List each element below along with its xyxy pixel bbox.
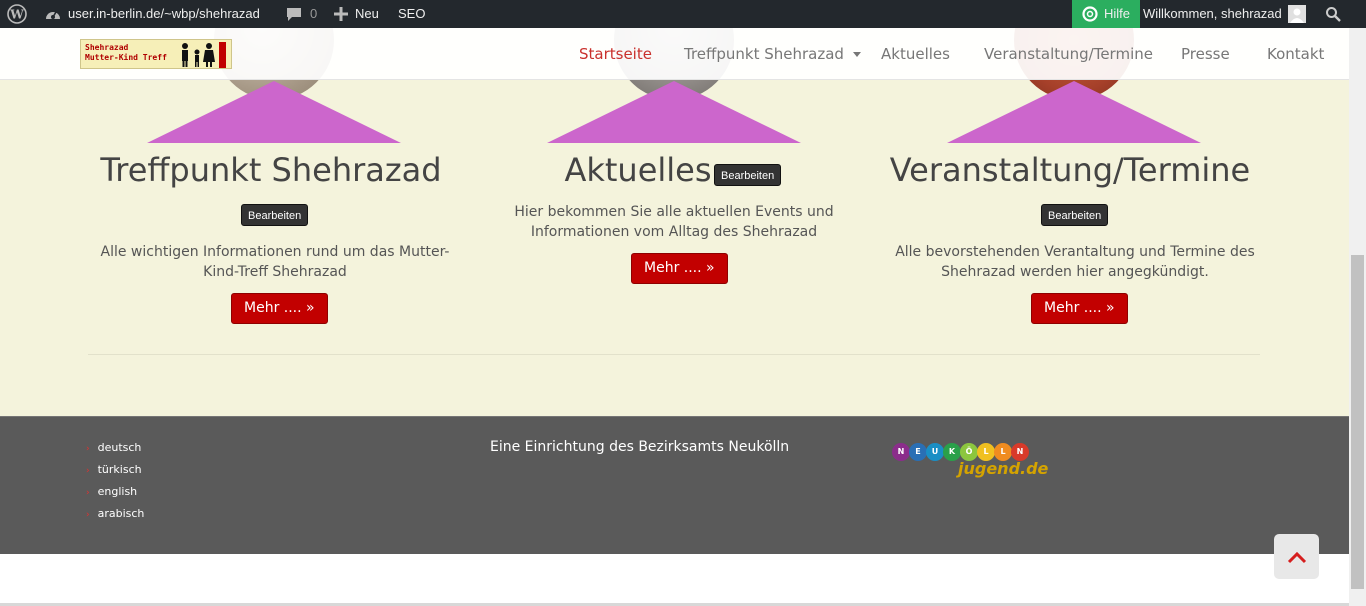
description-line: Hier bekommen Sie alle aktuellen Events … [514, 204, 834, 220]
help-button[interactable]: Hilfe [1072, 0, 1141, 28]
user-avatar-icon [1287, 5, 1306, 23]
language-label: deutsch [97, 441, 142, 454]
language-link-arabisch[interactable]: › arabisch [86, 507, 144, 520]
description-line: Informationen vom Alltag des Shehrazad [530, 224, 818, 240]
feature-title: Treffpunkt Shehrazad [100, 151, 442, 189]
site-logo[interactable]: Shehrazad Mutter-Kind Treff [80, 39, 232, 69]
nav-presse[interactable]: Presse [1181, 28, 1230, 80]
wordpress-logo-icon[interactable]: W [7, 0, 27, 28]
chevron-right-icon: › [86, 444, 90, 454]
seo-menu[interactable]: SEO [398, 0, 425, 28]
logo-line1: Shehrazad [85, 43, 129, 52]
chevron-right-icon: › [86, 466, 90, 476]
caret-down-icon [852, 52, 861, 57]
new-content-link[interactable]: Neu [334, 0, 379, 28]
description-line: Shehrazad werden hier angegkündigt. [941, 264, 1209, 280]
nav-veranstaltung-termine[interactable]: Veranstaltung/Termine [984, 28, 1153, 80]
feature-description: Hier bekommen Sie alle aktuellen Events … [474, 202, 874, 242]
logo-line2: Mutter-Kind Treff [85, 53, 167, 62]
scroll-to-top-button[interactable] [1274, 534, 1319, 579]
chevron-up-icon [1287, 551, 1306, 563]
feature-title: Veranstaltung/Termine [889, 151, 1251, 189]
description-line: Alle wichtigen Informationen rund um das… [100, 244, 450, 260]
seo-label: SEO [398, 6, 426, 21]
language-label: arabisch [97, 507, 145, 520]
nav-aktuelles[interactable]: Aktuelles [881, 28, 950, 80]
logo-letter: E [909, 443, 927, 461]
language-link-deutsch[interactable]: › deutsch [86, 441, 141, 454]
new-label: Neu [355, 6, 379, 21]
edit-button[interactable]: Bearbeiten [1041, 204, 1109, 226]
wp-admin-bar: W user.in-berlin.de/~wbp/shehrazad 0 Neu… [0, 0, 1366, 28]
chevron-right-icon: › [86, 488, 90, 498]
features-section: Treffpunkt Shehrazad Bearbeiten Alle wic… [0, 28, 1349, 416]
dashboard-gauge-icon [44, 6, 62, 22]
comments-count: 0 [310, 6, 318, 21]
family-figures-icon [182, 42, 226, 68]
description-line: Kind-Treff Shehrazad [203, 264, 347, 280]
welcome-text: Willkommen, shehrazad [1143, 6, 1282, 21]
description-line: Alle bevorstehenden Verantaltung und Ter… [895, 244, 1255, 260]
neukoelln-jugend-logo[interactable]: N E U K Ö L L N jugend.de [890, 437, 1050, 483]
plus-icon [334, 7, 348, 21]
site-url-text: user.in-berlin.de/~wbp/shehrazad [68, 6, 260, 21]
footer-institution-text: Eine Einrichtung des Bezirksamts Neuköll… [490, 439, 790, 455]
feature-description: Alle bevorstehenden Verantaltung und Ter… [872, 242, 1278, 282]
comment-bubble-icon [286, 6, 302, 22]
site-navbar: Shehrazad Mutter-Kind Treff Startseite T… [0, 28, 1349, 80]
feature-triangle [147, 81, 401, 143]
more-button[interactable]: Mehr .... » [1031, 293, 1128, 324]
section-divider [88, 354, 1260, 355]
logo-letter: N [892, 443, 910, 461]
feature-triangle [547, 81, 801, 143]
lifebuoy-icon [1082, 6, 1098, 22]
language-label: türkisch [97, 463, 142, 476]
feature-triangle [947, 81, 1201, 143]
site-footer: › deutsch › türkisch › english › arabisch Ei… [0, 416, 1349, 554]
edit-button[interactable]: Bearbeiten [714, 164, 782, 186]
edit-button[interactable]: Bearbeiten [241, 204, 309, 226]
language-link-tuerkisch[interactable]: › türkisch [86, 463, 142, 476]
my-account-menu[interactable]: Willkommen, shehrazad [1143, 0, 1306, 28]
logo-letter: U [926, 443, 944, 461]
nav-treffpunkt-shehrazad[interactable]: Treffpunkt Shehrazad [684, 28, 861, 80]
site-name-link[interactable]: user.in-berlin.de/~wbp/shehrazad [44, 0, 260, 28]
feature-title: Aktuelles [564, 151, 712, 189]
feature-description: Alle wichtigen Informationen rund um das… [74, 242, 476, 282]
svg-text:W: W [9, 8, 24, 22]
help-label: Hilfe [1104, 6, 1131, 21]
more-button[interactable]: Mehr .... » [231, 293, 328, 324]
chevron-right-icon: › [86, 510, 90, 520]
nav-kontakt[interactable]: Kontakt [1267, 28, 1324, 80]
more-button[interactable]: Mehr .... » [631, 253, 728, 284]
nav-label: Treffpunkt Shehrazad [684, 45, 844, 63]
nav-startseite[interactable]: Startseite [579, 28, 652, 80]
search-icon[interactable] [1325, 0, 1341, 28]
language-link-english[interactable]: › english [86, 485, 137, 498]
page-scrollbar-thumb[interactable] [1351, 255, 1364, 589]
comments-link[interactable]: 0 [286, 0, 317, 28]
logo-jugend-text: jugend.de [958, 459, 1049, 478]
language-label: english [97, 485, 138, 498]
